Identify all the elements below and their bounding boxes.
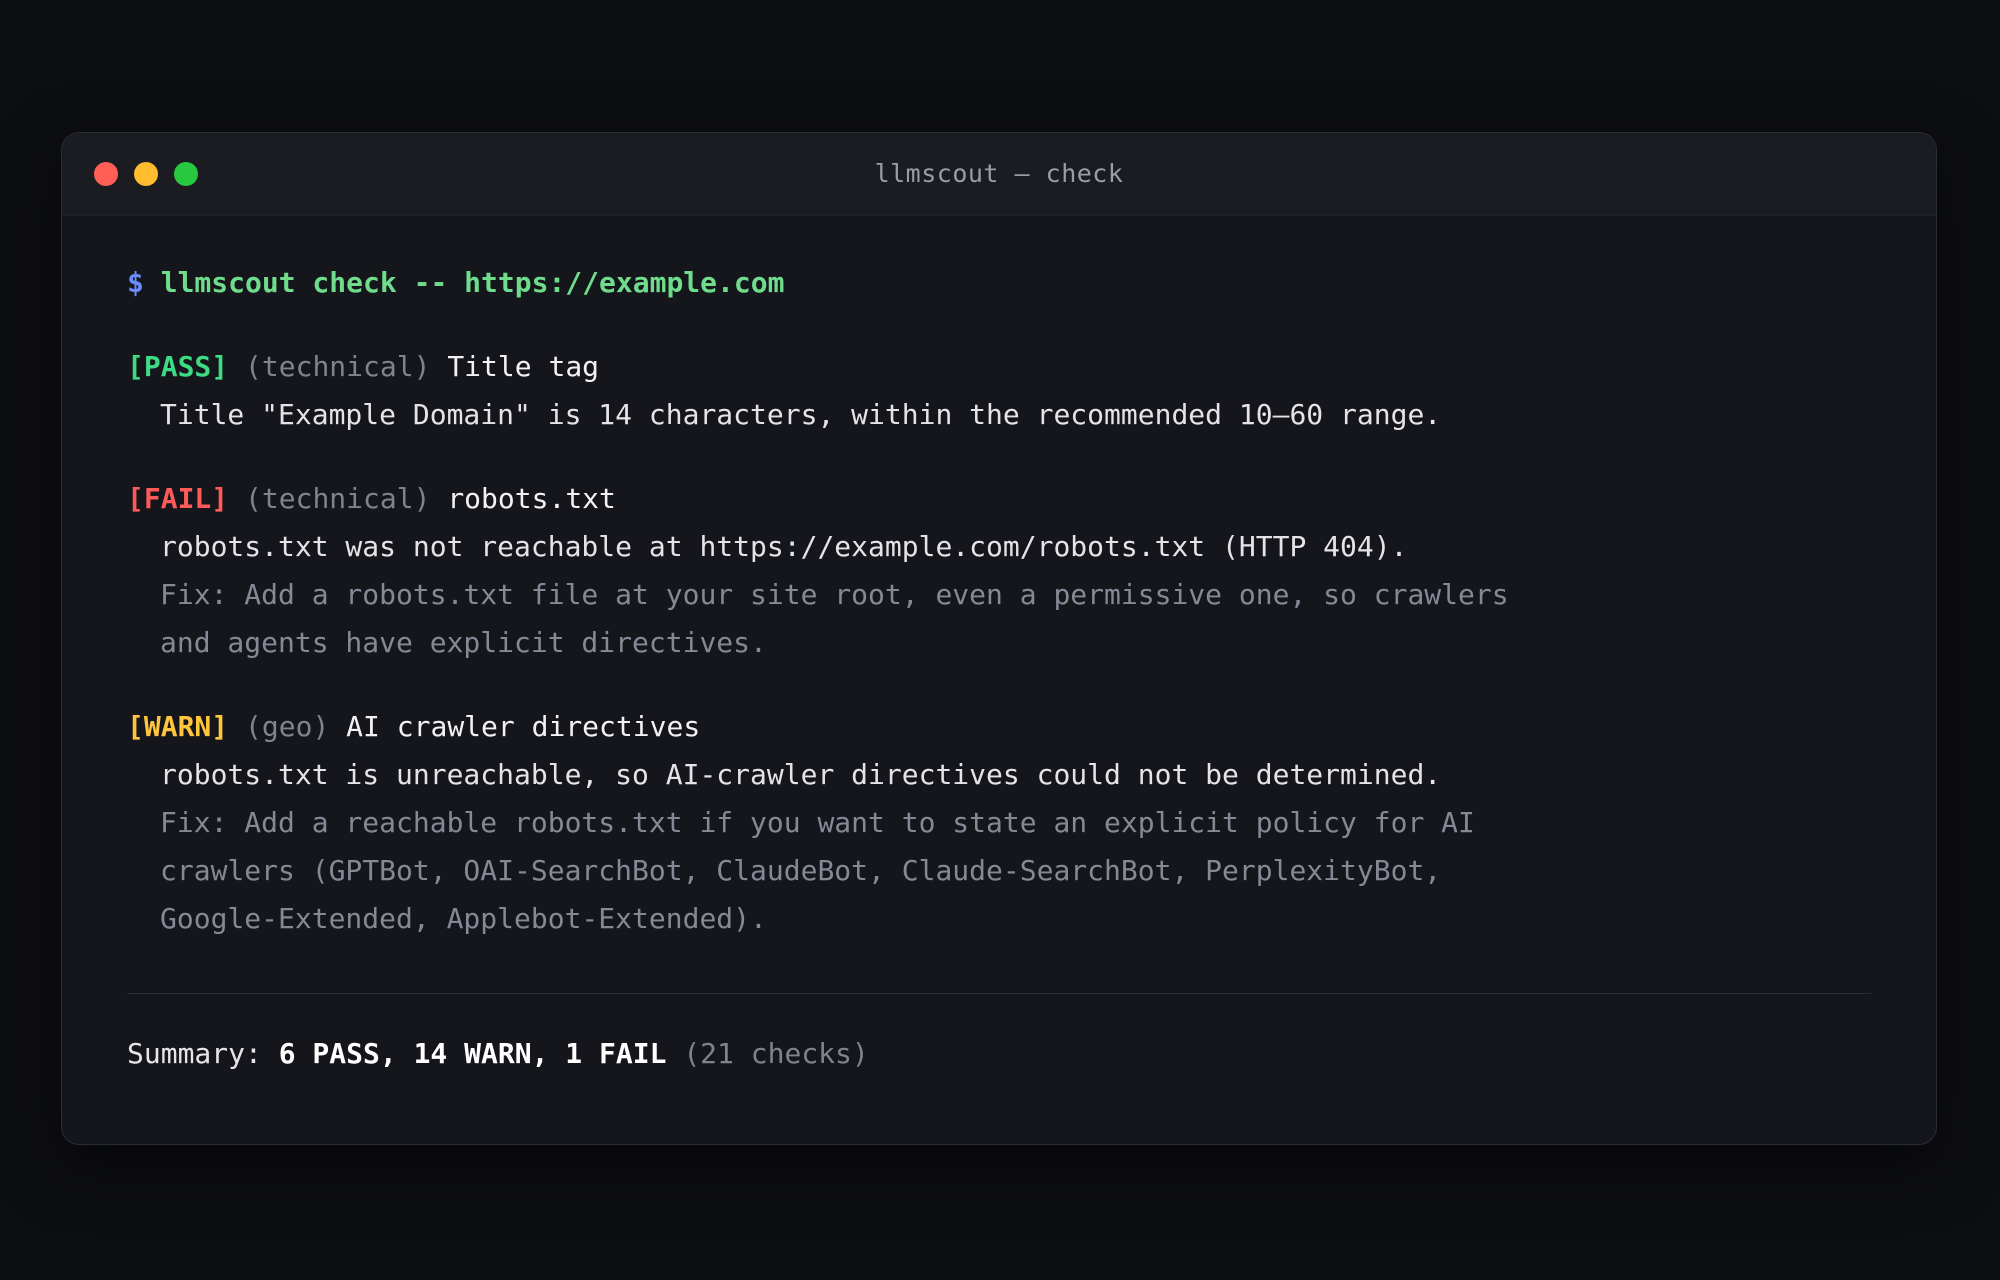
check-category: (technical) bbox=[245, 350, 431, 383]
summary-counts: 6 PASS, 14 WARN, 1 FAIL bbox=[278, 1037, 667, 1070]
check-description: robots.txt was not reachable at https://… bbox=[160, 530, 1408, 563]
check-description: robots.txt is unreachable, so AI-crawler… bbox=[160, 758, 1442, 791]
window-title: llmscout — check bbox=[874, 159, 1124, 188]
check-fix-line: Fix: Add a robots.txt file at your site … bbox=[160, 578, 1509, 611]
status-badge-warn: [WARN] bbox=[127, 710, 229, 743]
check-fix-line: Google-Extended, Applebot-Extended). bbox=[160, 902, 767, 935]
check-result-fail: [FAIL] (technical) robots.txt robots.txt… bbox=[127, 475, 1871, 667]
check-name: AI crawler directives bbox=[346, 710, 701, 743]
terminal-output: $ llmscout check -- https://example.com … bbox=[127, 215, 1871, 1078]
title-bar: llmscout — check bbox=[62, 133, 1936, 216]
check-fix-line: Fix: Add a reachable robots.txt if you w… bbox=[160, 806, 1475, 839]
prompt-symbol: $ bbox=[127, 266, 144, 299]
check-result-pass: [PASS] (technical) Title tag Title "Exam… bbox=[127, 343, 1871, 439]
check-name: Title tag bbox=[447, 350, 600, 383]
summary-line: Summary: 6 PASS, 14 WARN, 1 FAIL (21 che… bbox=[127, 1030, 1871, 1078]
check-result-warn: [WARN] (geo) AI crawler directives robot… bbox=[127, 703, 1871, 943]
command-text: llmscout check -- https://example.com bbox=[160, 266, 785, 299]
check-category: (geo) bbox=[245, 710, 330, 743]
check-category: (technical) bbox=[245, 482, 431, 515]
terminal-window: llmscout — check $ llmscout check -- htt… bbox=[61, 132, 1937, 1145]
command-line: $ llmscout check -- https://example.com bbox=[127, 259, 1871, 307]
check-fix-line: crawlers (GPTBot, OAI-SearchBot, ClaudeB… bbox=[160, 854, 1442, 887]
status-badge-fail: [FAIL] bbox=[127, 482, 229, 515]
check-fix-line: and agents have explicit directives. bbox=[160, 626, 767, 659]
check-name: robots.txt bbox=[447, 482, 616, 515]
summary-label: Summary: bbox=[127, 1037, 262, 1070]
check-description: Title "Example Domain" is 14 characters,… bbox=[160, 398, 1442, 431]
divider bbox=[127, 993, 1871, 994]
status-badge-pass: [PASS] bbox=[127, 350, 229, 383]
summary-total: (21 checks) bbox=[683, 1037, 869, 1070]
